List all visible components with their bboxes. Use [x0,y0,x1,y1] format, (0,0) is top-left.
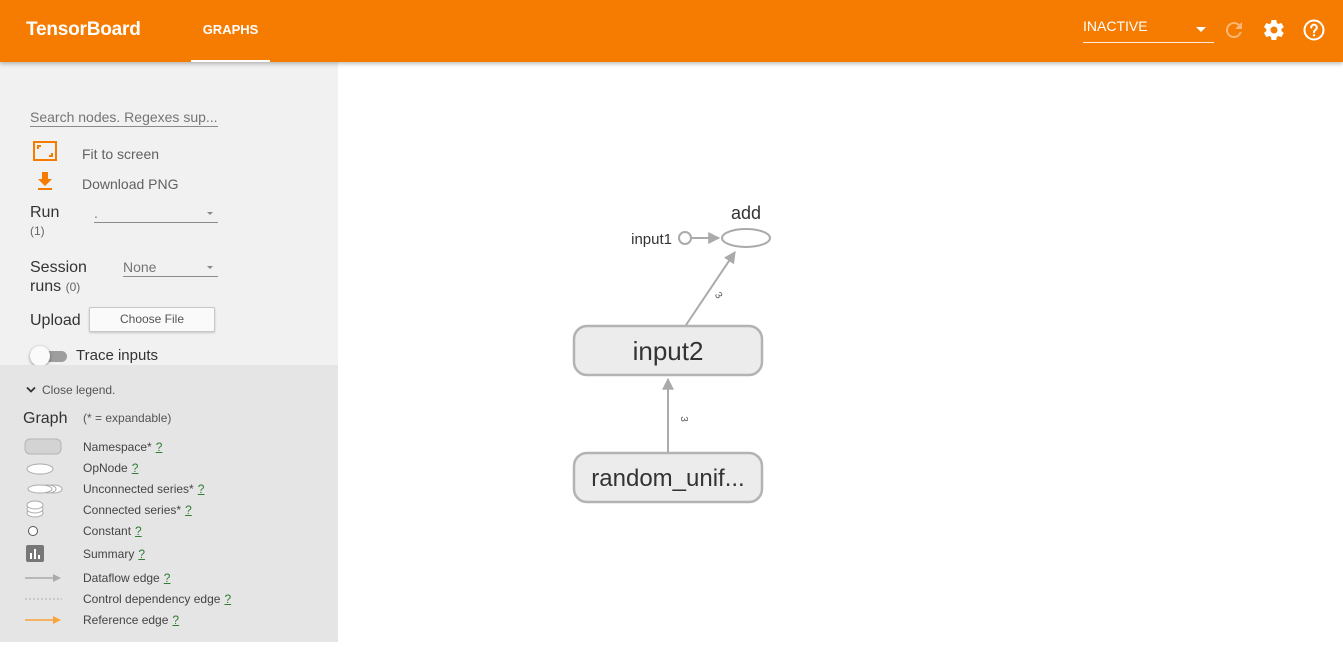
legend-item-opnode: OpNode? [0,458,338,478]
legend-item-label: Constant [83,524,132,538]
opnode-icon [26,463,54,475]
legend-item-dataflow-edge: Dataflow edge? [0,568,338,588]
session-runs-label: runs [30,278,62,295]
session-runs-value: None [123,259,157,275]
help-icon[interactable] [1302,18,1326,42]
node-add[interactable] [721,228,771,248]
connected-series-icon [26,500,44,518]
fit-to-screen-label: Fit to screen [82,146,160,162]
tab-graphs-label: GRAPHS [202,22,259,37]
trace-inputs-label: Trace inputs [76,347,158,364]
legend-item-label: Control dependency edge [83,592,221,606]
help-link[interactable]: ? [172,613,179,627]
help-link[interactable]: ? [138,547,145,561]
run-label: Run [30,204,60,221]
legend-item-constant: Constant? [0,521,338,541]
help-link[interactable]: ? [185,503,192,517]
top-bar: TensorBoard GRAPHS INACTIVE [0,0,1343,62]
legend-title: Graph [23,410,68,427]
legend-item-label: Connected series* [83,503,182,517]
help-link[interactable]: ? [164,571,171,585]
chevron-down-icon [26,386,36,393]
namespace-icon [24,438,62,455]
node-label-random-uniform: random_unif... [591,465,744,492]
node-label-add: add [731,203,761,223]
app-title: TensorBoard [26,19,141,40]
legend-item-connected-series: Connected series*? [0,500,338,520]
summary-icon [26,545,44,562]
legend-item-control-dependency-edge: Control dependency edge? [0,589,338,609]
upload-label: Upload [30,312,81,329]
help-link[interactable]: ? [156,440,163,454]
run-status-select[interactable]: INACTIVE [1083,18,1214,43]
edge-label: 3 [678,416,689,422]
help-link[interactable]: ? [198,482,205,496]
tab-graphs[interactable]: GRAPHS [191,0,270,62]
active-tab-indicator [191,60,270,62]
graph-legend: Close legend. Graph (* = expandable) Nam… [0,365,338,642]
run-count: (1) [30,224,45,238]
help-link[interactable]: ? [224,592,231,606]
toggle-knob [30,346,50,366]
legend-item-label: Reference edge [83,613,169,627]
run-dropdown[interactable]: . [94,205,218,223]
search-nodes-input[interactable]: Search nodes. Regexes sup... [30,109,218,127]
edge-label: 3 [712,290,724,301]
dataflow-edge-icon [25,574,61,582]
chevron-down-icon [207,212,213,215]
unconnected-series-icon [27,484,63,494]
refresh-icon[interactable] [1222,18,1246,42]
graph-canvas[interactable]: 3 3 add input1 input2 random_unif... [338,62,1343,642]
close-legend-label: Close legend. [42,383,116,397]
fit-to-screen-icon [33,141,57,161]
chevron-down-icon [1196,27,1206,32]
legend-item-label: OpNode [83,461,128,475]
download-png-label: Download PNG [82,176,179,192]
legend-subtitle: (* = expandable) [83,411,172,425]
legend-item-label: Namespace* [83,440,152,454]
legend-item-namespace: Namespace*? [0,437,338,457]
legend-item-label: Summary [83,547,135,561]
constant-icon [28,526,38,536]
choose-file-button[interactable]: Choose File [89,307,215,332]
session-runs-label-group: Session runs (0) [30,258,87,297]
legend-item-unconnected-series: Unconnected series*? [0,479,338,499]
node-input1[interactable] [678,231,692,245]
legend-item-reference-edge: Reference edge? [0,610,338,630]
fit-to-screen-button[interactable]: Fit to screen [30,140,230,166]
legend-item-label: Unconnected series* [83,482,194,496]
close-legend-button[interactable]: Close legend. [26,383,115,397]
node-label-input2: input2 [633,336,704,366]
download-icon [38,172,52,190]
session-runs-count: (0) [65,280,81,294]
reference-edge-icon [25,616,61,624]
run-dropdown-value: . [94,205,98,221]
settings-gear-icon[interactable] [1262,18,1286,42]
chevron-down-icon [207,266,213,269]
run-label-group: Run (1) [30,204,59,240]
control-edge-icon [25,598,62,600]
graph-svg: 3 3 add input1 input2 random_unif... [572,203,771,504]
legend-item-summary: Summary? [0,544,338,564]
run-status-value: INACTIVE [1083,18,1148,34]
legend-item-label: Dataflow edge [83,571,160,585]
session-runs-dropdown[interactable]: None [123,259,218,277]
help-link[interactable]: ? [132,461,139,475]
session-label: Session [30,259,87,276]
edge-input2-to-add [685,251,736,326]
trace-inputs-toggle[interactable] [30,346,68,366]
node-label-input1: input1 [631,231,672,248]
help-link[interactable]: ? [135,524,142,538]
sidebar: Search nodes. Regexes sup... Fit to scre… [0,62,338,642]
download-png-button[interactable]: Download PNG [30,170,230,196]
